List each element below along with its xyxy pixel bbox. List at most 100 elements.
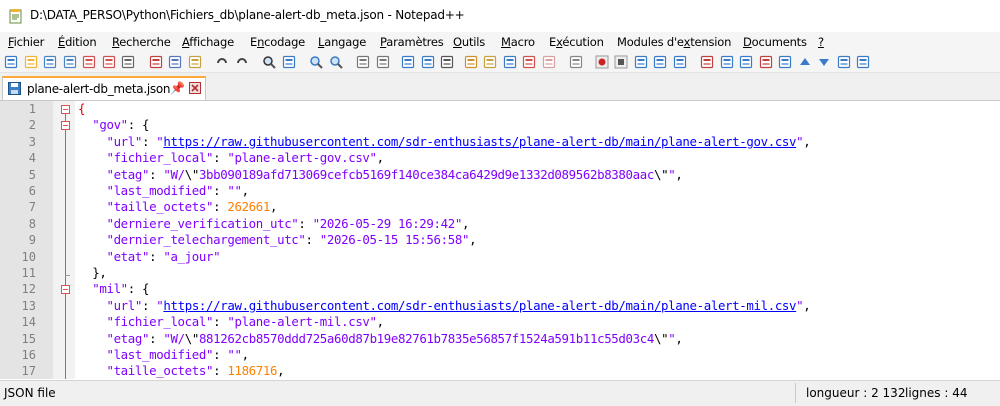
url-link[interactable]: https://raw.githubusercontent.com/sdr-en… [163,298,796,313]
record-macro-icon[interactable] [595,54,609,69]
redo-icon[interactable] [235,54,249,68]
plugin-5-icon[interactable] [778,54,792,69]
editor-line[interactable]: 14 "fichier_local": "plane-alert-mil.csv… [0,314,1000,330]
run-macro-multiple-icon[interactable] [653,54,667,69]
sync-horizontal-icon[interactable] [376,54,390,69]
menu-item-édition[interactable]: Édition [58,35,97,49]
show-all-chars-icon[interactable] [421,54,435,69]
token-str: "2026-05-15 15:56:58" [319,232,470,247]
menu-item-paramètres[interactable]: Paramètres [380,35,444,49]
token-str: "a_jour" [163,249,221,264]
close-icon[interactable] [82,54,96,69]
token-key: "dernier_telechargement_utc" [106,232,306,247]
plugin-6-icon[interactable] [837,54,851,69]
token-esc: \" [184,331,200,346]
tab-plane-alert-db-meta[interactable]: plane-alert-db_meta.json 📌 [2,76,206,100]
editor-line[interactable]: 15 "etag": "W/\"881262cb8570ddd725a60d87… [0,331,1000,347]
doc-list-icon[interactable] [542,54,556,69]
plugin-7-icon[interactable] [856,54,870,69]
arrow-up-icon[interactable] [798,54,812,68]
editor-line[interactable]: 16 "last_modified": "", [0,347,1000,363]
cut-icon[interactable] [149,54,163,69]
save-macro-icon[interactable] [673,54,687,69]
play-macro-icon[interactable] [634,54,648,69]
close-all-icon[interactable] [102,54,116,69]
editor-line[interactable]: 7 "taille_octets": 262661, [0,199,1000,215]
menu-item-outils[interactable]: Outils [453,35,485,49]
menu-item-documents[interactable]: Documents [743,35,807,49]
find-icon[interactable] [262,54,276,69]
menu-item-encodage[interactable]: Encodage [250,35,305,49]
editor-line[interactable]: 10 "etat": "a_jour" [0,249,1000,265]
word-wrap-icon[interactable] [401,54,415,69]
token-punc: : [213,199,228,214]
undo-icon[interactable] [215,54,229,68]
paste-icon[interactable] [188,54,202,69]
plugin-1-icon[interactable] [700,54,714,69]
token-punc: : [213,150,228,165]
code-text: "gov": { [78,117,149,132]
close-tab-icon[interactable] [189,82,201,94]
token-num: 262661 [227,199,271,214]
editor-line[interactable]: 1{ [0,101,1000,117]
menu-item-macro[interactable]: Macro [501,35,535,49]
editor-line[interactable]: 2 "gov": { [0,117,1000,133]
doc-map-icon[interactable] [483,54,497,69]
replace-icon[interactable] [282,54,296,69]
plugin-4-icon[interactable] [759,54,773,69]
menu-item-langage[interactable]: Langage [318,35,366,49]
token-str: "plane-alert-mil.csv" [227,314,377,329]
stop-record-icon[interactable] [614,54,628,69]
menu-item-recherche[interactable]: Recherche [112,35,171,49]
line-number: 17 [21,364,36,378]
editor-line[interactable]: 9 "dernier_telechargement_utc": "2026-05… [0,232,1000,248]
folder-workspace-icon[interactable] [522,54,536,69]
length-status: longueur : 2 132 [806,386,906,400]
user-lang-icon[interactable] [464,54,478,69]
editor-line[interactable]: 11 }, [0,265,1000,281]
line-number: 15 [21,332,36,346]
token-punc: : [142,298,157,313]
arrow-down-icon[interactable] [817,54,831,68]
token-key: "derniere_verification_utc" [106,216,299,231]
code-text: "dernier_telechargement_utc": "2026-05-1… [78,232,476,247]
save-icon[interactable] [43,54,57,69]
editor-area[interactable]: 1{2 "gov": {3 "url": "https://raw.github… [0,101,1000,379]
editor-line[interactable]: 12 "mil": { [0,281,1000,297]
open-file-icon[interactable] [24,54,38,69]
menu-item-fichier[interactable]: Fichier [8,35,44,49]
token-punc: : [213,347,228,362]
pin-icon[interactable]: 📌 [170,81,185,95]
code-text: "etat": "a_jour" [78,249,220,264]
zoom-in-icon[interactable] [309,54,323,69]
editor-line[interactable]: 8 "derniere_verification_utc": "2026-05-… [0,216,1000,232]
editor-line[interactable]: 5 "etag": "W/\"3bb090189afd713069cefcb51… [0,167,1000,183]
copy-icon[interactable] [168,54,182,69]
monitor-icon[interactable] [569,54,583,69]
save-all-icon[interactable] [63,54,77,69]
sync-vertical-icon[interactable] [356,54,370,69]
editor-line[interactable]: 13 "url": "https://raw.githubusercontent… [0,298,1000,314]
editor-line[interactable]: 17 "taille_octets": 1186716, [0,363,1000,379]
token-punc: : [213,183,228,198]
line-number: 4 [28,151,36,165]
menu-item-exécution[interactable]: Exécution [549,35,604,49]
indent-guide-icon[interactable] [440,54,454,69]
menu-item-affichage[interactable]: Affichage [182,35,234,49]
token-key: "last_modified" [106,347,214,362]
function-list-icon[interactable] [503,54,517,69]
menu-item-modules-d-extension[interactable]: Modules d'extension [617,35,731,49]
token-punc: , [803,298,811,313]
toolbar [0,51,1000,73]
new-file-icon[interactable] [4,54,18,69]
print-icon[interactable] [121,54,135,69]
plugin-3-icon[interactable] [739,54,753,69]
editor-line[interactable]: 4 "fichier_local": "plane-alert-gov.csv"… [0,150,1000,166]
editor-line[interactable]: 6 "last_modified": "", [0,183,1000,199]
plugin-2-icon[interactable] [720,54,734,69]
menu-item-[interactable]: ? [818,35,824,49]
editor-line[interactable]: 3 "url": "https://raw.githubusercontent.… [0,134,1000,150]
zoom-out-icon[interactable] [329,54,343,69]
token-punc: : { [127,281,150,296]
url-link[interactable]: https://raw.githubusercontent.com/sdr-en… [163,134,796,149]
